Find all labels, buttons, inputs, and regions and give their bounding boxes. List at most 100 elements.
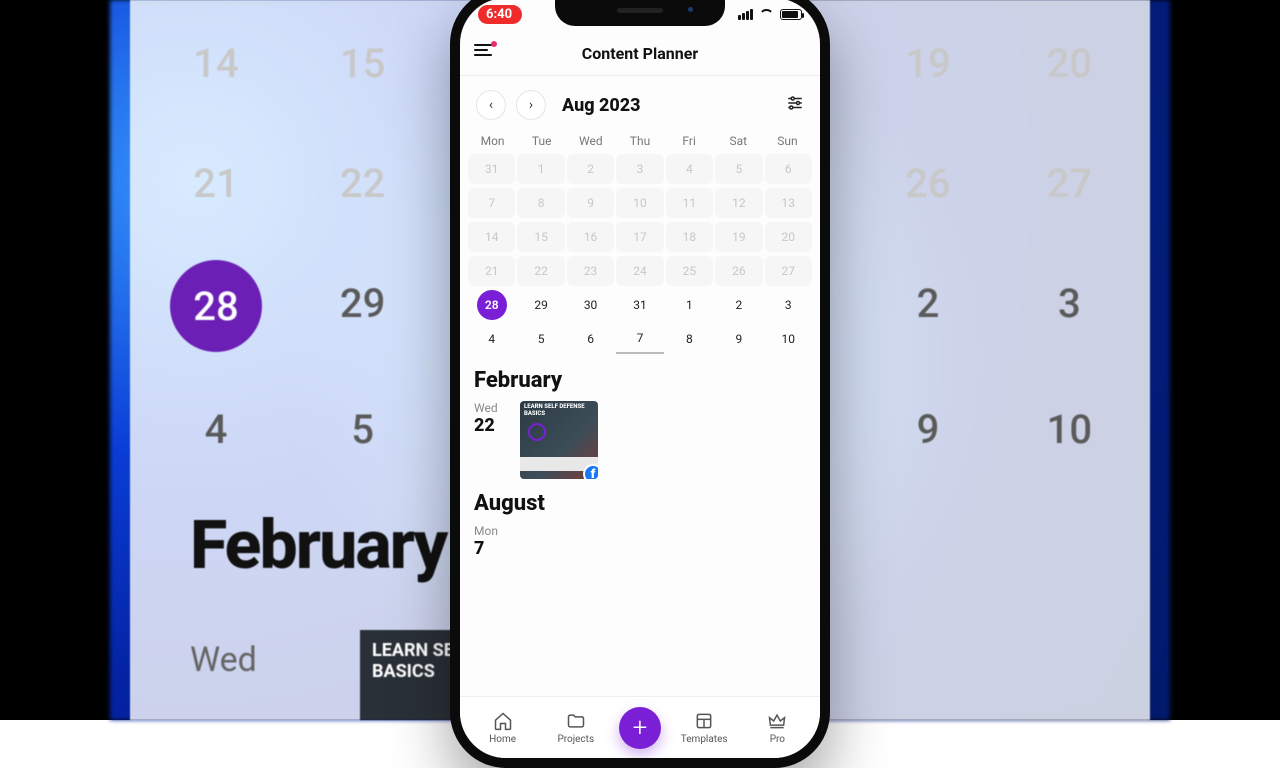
calendar-day[interactable]: 2 [715,290,762,320]
ghost-cell: 10 [1029,386,1110,472]
status-time: 6:40 [478,5,522,24]
calendar-day[interactable]: 6 [765,154,812,184]
tab-projects[interactable]: Projects [546,711,606,745]
calendar-day[interactable]: 1 [666,290,713,320]
calendar-day[interactable]: 28 [477,290,507,320]
calendar-day[interactable]: 3 [765,290,812,320]
ghost-cell: 4 [170,386,262,472]
phone-frame: 6:40 Content Planner ‹ › Aug 2023 MonTue… [450,0,830,768]
calendar-day[interactable]: 31 [468,154,515,184]
ghost-heading: February [190,505,446,585]
crown-icon [767,711,787,731]
calendar-day[interactable]: 23 [567,256,614,286]
calendar-day[interactable]: 31 [616,290,663,320]
calendar-day[interactable]: 3 [616,154,663,184]
menu-button[interactable] [474,44,494,60]
calendar-day[interactable]: 4 [666,154,713,184]
post-thumbnail[interactable]: LEARN SELF DEFENSE BASICS f [520,401,598,479]
calendar-day[interactable]: 20 [765,222,812,252]
ghost-cell: 14 [170,20,262,106]
calendar-day[interactable]: 13 [765,188,812,218]
tab-label: Pro [770,734,785,745]
section-heading: August [474,491,806,516]
calendar-day[interactable]: 18 [666,222,713,252]
calendar-day[interactable]: 2 [567,154,614,184]
calendar-day[interactable]: 29 [517,290,564,320]
home-icon [493,711,513,731]
calendar-day[interactable]: 8 [517,188,564,218]
weekday-label: Thu [615,134,664,148]
ghost-wed: Wed [190,640,257,680]
app-header: Content Planner [460,32,820,76]
weekday-label: Wed [566,134,615,148]
filter-button[interactable] [786,94,804,116]
ghost-cell: 15 [322,20,403,106]
ghost-cell: 9 [887,386,968,472]
tab-label: Home [489,734,516,745]
tab-home[interactable]: Home [473,711,533,745]
calendar-day[interactable]: 7 [468,188,515,218]
calendar-day[interactable]: 10 [765,324,812,354]
calendar-day[interactable]: 8 [666,324,713,354]
calendar-day[interactable]: 19 [715,222,762,252]
calendar-day[interactable]: 26 [715,256,762,286]
thumbnail-title: LEARN SELF DEFENSE BASICS [524,404,598,417]
templates-icon [694,711,714,731]
scheduled-content: February Wed 22 LEARN SELF DEFENSE BASIC… [460,362,820,696]
folder-icon [566,711,586,731]
entry-day-number: 22 [474,415,508,436]
calendar-day[interactable]: 5 [517,324,564,354]
ghost-cell: 26 [887,140,968,226]
calendar-day[interactable]: 15 [517,222,564,252]
tab-bar: Home Projects + Templates Pro [460,696,820,758]
calendar-day[interactable]: 16 [567,222,614,252]
calendar-day[interactable]: 5 [715,154,762,184]
weekday-label: Tue [517,134,566,148]
weekday-label: Mon [468,134,517,148]
month-nav: ‹ › Aug 2023 [460,76,820,128]
calendar-day[interactable]: 4 [468,324,515,354]
calendar-day[interactable]: 22 [517,256,564,286]
calendar-day[interactable]: 12 [715,188,762,218]
weekday-header: MonTueWedThuFriSatSun [460,128,820,150]
calendar-day[interactable]: 10 [616,188,663,218]
calendar-day[interactable]: 14 [468,222,515,252]
tab-label: Projects [557,734,594,745]
entry-day-number: 7 [474,538,508,559]
calendar-day[interactable]: 24 [616,256,663,286]
calendar-day[interactable]: 25 [666,256,713,286]
ghost-cell: 27 [1029,140,1110,226]
calendar-day[interactable]: 30 [567,290,614,320]
ghost-cell: 29 [322,260,403,346]
ghost-cell: 3 [1029,260,1110,346]
calendar-day[interactable]: 7 [616,324,663,354]
calendar-day[interactable]: 27 [765,256,812,286]
prev-month-button[interactable]: ‹ [476,90,506,120]
ghost-cell: 28 [170,260,262,352]
scheduled-item[interactable]: Wed 22 LEARN SELF DEFENSE BASICS f [474,401,806,479]
calendar-grid: 3112345678910111213141516171819202122232… [460,150,820,362]
tab-pro[interactable]: Pro [747,711,807,745]
tab-templates[interactable]: Templates [674,711,734,745]
section-heading: February [474,368,806,393]
scheduled-item[interactable]: Mon 7 [474,524,806,559]
next-month-button[interactable]: › [516,90,546,120]
phone-notch [555,0,725,26]
calendar-day[interactable]: 1 [517,154,564,184]
notification-dot-icon [491,41,497,47]
calendar-day[interactable]: 11 [666,188,713,218]
calendar-day[interactable]: 21 [468,256,515,286]
ghost-cell: 21 [170,140,262,226]
page-title: Content Planner [582,44,698,63]
calendar-day[interactable]: 9 [567,188,614,218]
calendar-day[interactable]: 9 [715,324,762,354]
calendar-day[interactable]: 17 [616,222,663,252]
calendar-day[interactable]: 6 [567,324,614,354]
weekday-label: Sun [763,134,812,148]
facebook-icon: f [583,464,598,479]
weekday-label: Fri [665,134,714,148]
wifi-icon [759,9,774,20]
ghost-cell: 2 [887,260,968,346]
ghost-cell: 22 [322,140,403,226]
create-button[interactable]: + [619,707,661,749]
